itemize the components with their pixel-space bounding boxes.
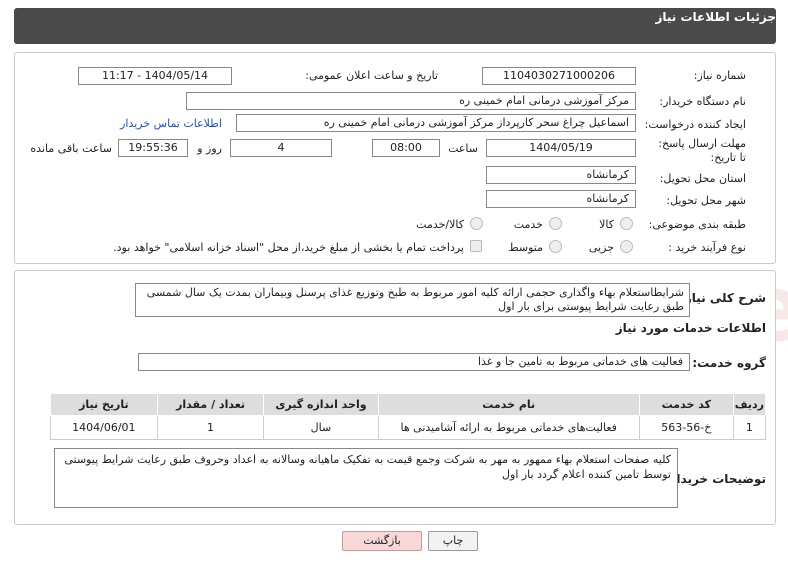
category-goods-radio[interactable] (620, 217, 633, 230)
services-table: ردیف کد خدمت نام خدمت واحد اندازه گیری ت… (50, 393, 767, 440)
announce-date-label: تاریخ و ساعت اعلان عمومی: (305, 69, 438, 82)
process-minor-radio[interactable] (620, 240, 633, 253)
summary-textarea[interactable]: شرایطاستعلام بهاء واگذاری حجمی ارائه کلی… (135, 283, 690, 317)
deadline-time-label: ساعت (448, 142, 478, 155)
days-remaining-field: 4 (230, 139, 332, 157)
col-name-header: نام خدمت (377, 393, 640, 416)
process-medium-radio[interactable] (549, 240, 562, 253)
need-number-field: 1104030271000206 (482, 67, 636, 85)
col-row-header: ردیف (732, 393, 767, 416)
creator-field: اسماعیل چراغ سحر کارپرداز مرکز آموزشی در… (236, 114, 636, 132)
buyer-org-label: نام دستگاه خریدار: (659, 95, 746, 108)
deadline-date-field: 1404/05/19 (486, 139, 636, 157)
col-code-header: کد خدمت (638, 393, 734, 416)
city-field: کرمانشاه (486, 190, 636, 208)
table-row: 1 خ-56-563 فعالیت‌های خدماتی مربوط به ار… (50, 415, 767, 440)
col-date-header: تاریخ نیاز (50, 393, 158, 416)
creator-label: ایجاد کننده درخواست: (644, 118, 746, 131)
category-goods-service-radio[interactable] (470, 217, 483, 230)
print-button[interactable]: چاپ (428, 531, 478, 551)
category-goods-label: کالا (599, 218, 614, 231)
service-group-label: گروه خدمت: (692, 356, 766, 370)
city-label: شهر محل تحویل: (666, 194, 746, 207)
buyer-org-field: مرکز آموزشی درمانی امام خمینی ره (186, 92, 636, 110)
buyer-notes-label: توضیحات خریدار: (664, 472, 766, 486)
cell-unit: سال (263, 415, 379, 440)
category-goods-service-label: کالا/خدمت (416, 218, 464, 231)
col-unit-header: واحد اندازه گیری (263, 393, 379, 416)
cell-qty: 1 (156, 415, 265, 440)
category-service-label: خدمت (513, 218, 543, 231)
need-number-label: شماره نیاز: (693, 69, 746, 82)
process-type-label: نوع فرآیند خرید : (668, 241, 746, 254)
treasury-payment-checkbox[interactable] (470, 240, 482, 252)
category-service-radio[interactable] (549, 217, 562, 230)
province-field: کرمانشاه (486, 166, 636, 184)
deadline-label: مهلت ارسال پاسخ: تا تاریخ: (658, 137, 746, 164)
services-section-title: اطلاعات خدمات مورد نیاز (615, 321, 766, 335)
cell-date: 1404/06/01 (50, 415, 158, 440)
treasury-payment-note: پرداخت تمام یا بخشی از مبلغ خرید،از محل … (113, 241, 464, 254)
remaining-time-label: ساعت باقی مانده (30, 142, 112, 155)
cell-code: خ-56-563 (638, 415, 734, 440)
col-qty-header: تعداد / مقدار (156, 393, 265, 416)
cell-name: فعالیت‌های خدماتی مربوط به ارائه آشامیدن… (377, 415, 640, 440)
process-medium-label: متوسط (508, 241, 543, 254)
summary-label: شرح کلی نیاز: (680, 291, 766, 305)
province-label: استان محل تحویل: (659, 172, 746, 185)
deadline-time-field: 08:00 (372, 139, 440, 157)
back-button[interactable]: بازگشت (342, 531, 422, 551)
contact-info-link[interactable]: اطلاعات تماس خریدار (120, 117, 222, 130)
buyer-notes-textarea[interactable]: کلیه صفحات استعلام بهاء ممهور به مهر به … (54, 448, 678, 508)
category-label: طبقه بندی موضوعی: (648, 218, 746, 231)
table-header-row: ردیف کد خدمت نام خدمت واحد اندازه گیری ت… (50, 393, 767, 416)
process-minor-label: جزیی (588, 241, 614, 254)
cell-row: 1 (732, 415, 767, 440)
announce-date-field: 1404/05/14 - 11:17 (78, 67, 232, 85)
page-title: جزئیات اطلاعات نیاز (655, 10, 776, 24)
remaining-time-field: 19:55:36 (118, 139, 188, 157)
service-group-field: فعالیت های خدماتی مربوط به تامین جا و غذ… (138, 353, 690, 371)
days-label: روز و (197, 142, 222, 155)
